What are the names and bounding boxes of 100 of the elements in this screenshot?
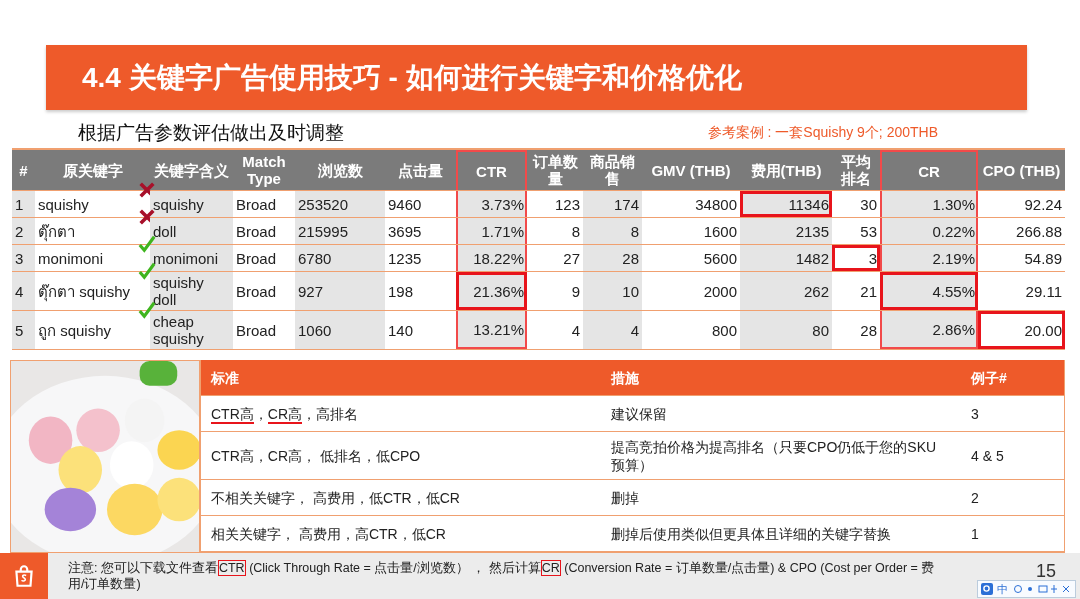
table-cell-text: CTR高，CR高， 低排名，低CPO	[210, 446, 422, 465]
search-icon	[981, 583, 993, 595]
table-cell: 1600	[703, 222, 737, 240]
table-cell: squishy	[38, 195, 89, 213]
footnote: 注意: 您可以下载文件查看CTR (Click Through Rate = 点击量/浏览数） ， 然后计算CR (Conversion Rate = 订单数量/点击量) & CPO (Cost per Order = 费用/订单数量)	[68, 560, 936, 592]
table-cell: Broad	[236, 321, 277, 339]
table-cell: 2000	[703, 282, 737, 300]
table-cell: 198	[388, 282, 414, 300]
column-header: #	[18, 160, 29, 181]
subtitle: 根据广告参数评估做出及时调整	[78, 121, 344, 145]
table-cell: 1060	[298, 321, 332, 339]
slide-title: 4.4 关键字广告使用技巧 - 如何进行关键字和价格优化	[82, 60, 742, 95]
table-cell: squishy	[153, 195, 204, 213]
table-cell: 3	[868, 249, 877, 267]
column-header: 订单数量	[531, 152, 579, 189]
table-cell: Broad	[236, 222, 277, 240]
column-header: 费用(THB)	[749, 160, 823, 181]
table-cell: 9460	[388, 195, 422, 213]
column-header: GMV (THB)	[650, 160, 732, 181]
cross-icon	[138, 181, 156, 199]
table-cell: 28	[860, 321, 877, 339]
table-cell: 6780	[298, 249, 332, 267]
column-header: 商品销售	[589, 152, 636, 189]
table-cell-text: 删掉	[610, 488, 640, 507]
table-cell: 9	[571, 282, 580, 300]
table-cell: 21	[860, 282, 877, 300]
table-cell: 1482	[795, 249, 829, 267]
table-cell: 1.30%	[932, 195, 975, 213]
table-cell: 34800	[695, 195, 737, 213]
table-cell: monimoni	[153, 249, 219, 267]
table-cell: 8	[630, 222, 639, 240]
table-cell: 30	[860, 195, 877, 213]
table-cell: ตุ๊กตา	[38, 222, 75, 240]
table-cell: 2135	[795, 222, 829, 240]
table-cell: 4	[571, 321, 580, 339]
table-cell: 21.36%	[473, 282, 524, 300]
table-cell: 5	[15, 321, 24, 339]
table-cell: 266.88	[1016, 222, 1062, 240]
column-header: CPO (THB)	[981, 160, 1062, 181]
table-cell: 80	[812, 321, 829, 339]
table-cell: 1235	[388, 249, 422, 267]
table-cell: 13.21%	[473, 320, 524, 338]
table-cell: 1.71%	[481, 222, 524, 240]
table-cell: 174	[613, 195, 639, 213]
check-icon	[138, 235, 156, 253]
column-header: 关键字含义	[153, 160, 230, 181]
table-cell: monimoni	[38, 249, 104, 267]
column-header: 例子#	[970, 368, 1008, 387]
table-cell-text: 相关关键字， 高费用，高CTR，低CR	[210, 524, 447, 543]
table-cell: 140	[388, 321, 414, 339]
table-cell: 4.55%	[932, 282, 975, 300]
table-cell-text: cheap squishy	[153, 313, 205, 347]
table-cell: 0.22%	[932, 222, 975, 240]
table-cell: 1	[15, 195, 24, 213]
table-cell: 123	[554, 195, 580, 213]
table-cell: doll	[153, 222, 177, 240]
table-cell: 54.89	[1024, 249, 1062, 267]
table-cell: 92.24	[1024, 195, 1062, 213]
column-header: Match Type	[241, 152, 287, 189]
table-cell: ถูก squishy	[38, 321, 112, 339]
table-cell-text: 不相关关键字， 高费用，低CTR，低CR	[210, 488, 461, 507]
table-cell: 3	[15, 249, 24, 267]
table-cell: 2.19%	[932, 249, 975, 267]
table-cell-text: squishy doll	[153, 274, 205, 308]
table-cell: 5600	[703, 249, 737, 267]
table-cell-text: 3	[970, 404, 980, 423]
table-cell: 4	[630, 321, 639, 339]
table-cell: 927	[298, 282, 324, 300]
column-header: 措施	[610, 368, 640, 387]
table-cell: 8	[571, 222, 580, 240]
column-header: 浏览数	[316, 160, 364, 181]
table-cell-text: 4 & 5	[970, 446, 1005, 465]
table-cell: Broad	[236, 249, 277, 267]
table-cell-text: 1	[970, 524, 980, 543]
reference-note: 参考案例 : 一套Squishy 9个; 200THB	[707, 124, 938, 142]
table-cell: 29.11	[1025, 282, 1062, 300]
table-cell-text: 提高竞拍价格为提高排名（只要CPO仍低于您的SKU预算）	[610, 437, 938, 474]
table-cell: 262	[803, 282, 829, 300]
table-cell: 28	[622, 249, 639, 267]
table-cell: 4	[15, 282, 24, 300]
table-cell: 253520	[298, 195, 349, 213]
table-cell: 3.73%	[481, 195, 524, 213]
table-cell: Broad	[236, 282, 277, 300]
table-cell-text: 2	[970, 488, 980, 507]
column-header: 标准	[210, 368, 240, 387]
table-cell: 2.86%	[932, 320, 975, 338]
table-cell: 20.00	[1024, 321, 1062, 339]
page-number: 15	[1035, 561, 1056, 582]
ime-mode-label[interactable]: 中	[997, 581, 1008, 597]
table-cell: 10	[622, 282, 639, 300]
table-cell: 800	[711, 321, 737, 339]
toolbar-icons-drawing	[1012, 583, 1072, 595]
column-header: 点击量	[397, 160, 444, 181]
table-cell: Broad	[236, 195, 277, 213]
table-cell: 27	[563, 249, 580, 267]
table-cell: 11346	[788, 195, 829, 213]
column-header: 原关键字	[61, 160, 124, 181]
table-cell-text: 删掉后使用类似但更具体且详细的关键字替换	[610, 524, 892, 543]
table-cell: 18.22%	[473, 249, 524, 267]
table-cell: 2	[15, 222, 24, 240]
